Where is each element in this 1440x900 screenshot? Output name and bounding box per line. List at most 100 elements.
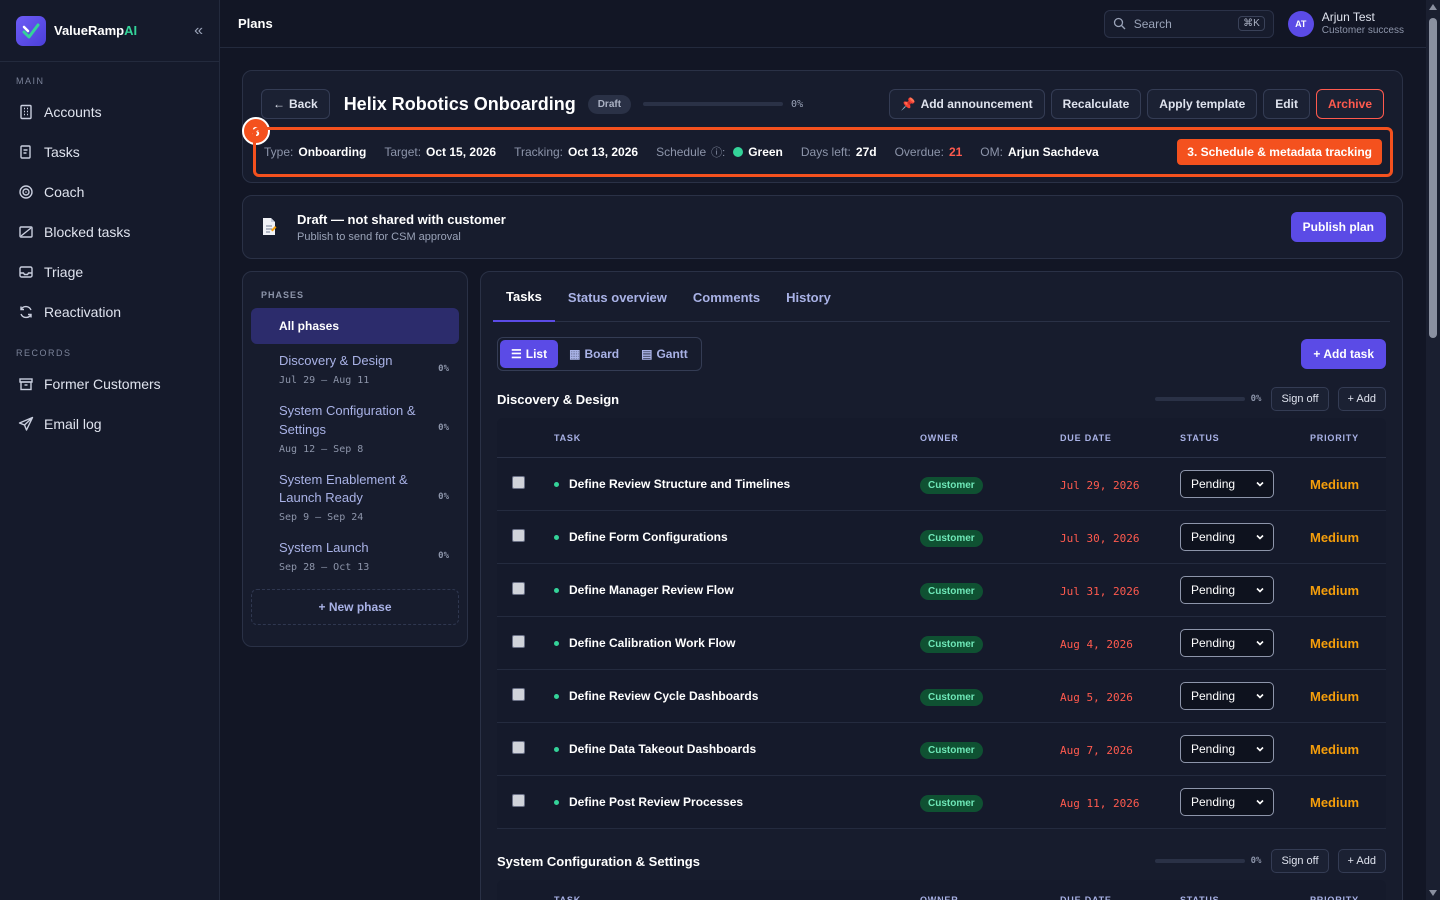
table-row[interactable]: Define Review Structure and Timelines Cus… <box>497 458 1386 511</box>
chevron-down-icon <box>1256 799 1264 805</box>
column-owner: OWNER <box>920 894 959 900</box>
phase-pct: 0% <box>438 491 449 502</box>
phase-item[interactable]: System Launch Sep 28 – Oct 13 0% <box>251 531 459 581</box>
sidebar-item-reactivation[interactable]: Reactivation <box>0 292 219 332</box>
scroll-down-icon[interactable] <box>1429 890 1437 896</box>
phase-name: System Launch <box>279 540 369 556</box>
task-name[interactable]: Define Manager Review Flow <box>569 583 734 597</box>
sign-off-button[interactable]: Sign off <box>1271 387 1329 411</box>
status-select[interactable]: Pending <box>1180 682 1274 710</box>
task-checkbox[interactable] <box>512 635 525 648</box>
status-select[interactable]: Pending <box>1180 735 1274 763</box>
apply-template-button[interactable]: Apply template <box>1147 89 1258 119</box>
view-list[interactable]: ☰ List <box>500 340 559 368</box>
task-name[interactable]: Define Review Structure and Timelines <box>569 477 790 491</box>
publish-plan-button[interactable]: Publish plan <box>1290 212 1386 242</box>
sidebar-item-label: Former Customers <box>44 376 161 392</box>
task-name[interactable]: Define Data Takeout Dashboards <box>569 742 756 756</box>
phase-item[interactable]: Discovery & Design Jul 29 – Aug 11 0% <box>251 344 459 394</box>
task-checkbox[interactable] <box>512 582 525 595</box>
task-status-dot <box>554 746 559 752</box>
task-checkbox[interactable] <box>512 794 525 807</box>
board-icon: ▦ <box>569 347 581 361</box>
pin-icon: 📌 <box>900 97 916 111</box>
table-header: TASK OWNER DUE DATE STATUS PRIORITY <box>497 418 1386 458</box>
status-select[interactable]: Pending <box>1180 788 1274 816</box>
phase-pct: 0% <box>438 423 449 434</box>
status-select[interactable]: Pending <box>1180 629 1274 657</box>
task-status-dot <box>554 693 559 699</box>
collapse-sidebar-icon[interactable]: « <box>194 22 203 40</box>
table-row[interactable]: Define Manager Review Flow Customer Jul 31… <box>497 564 1386 617</box>
task-name[interactable]: Define Form Configurations <box>569 530 728 544</box>
arrow-left-icon: ← <box>273 97 285 111</box>
add-row-button[interactable]: + Add <box>1337 849 1386 873</box>
phase-item[interactable]: System Configuration & Settings Aug 12 – … <box>251 394 459 463</box>
sidebar-item-former-customers[interactable]: Former Customers <box>0 364 219 404</box>
archive-button[interactable]: Archive <box>1315 89 1384 119</box>
sidebar-item-email-log[interactable]: Email log <box>0 404 219 444</box>
sidebar-item-tasks[interactable]: Tasks <box>0 132 219 172</box>
priority-value: Medium <box>1310 530 1360 545</box>
sidebar-item-label: Coach <box>44 184 85 200</box>
search-placeholder: Search <box>1133 16 1172 31</box>
owner-badge: Customer <box>920 688 983 706</box>
task-name[interactable]: Define Calibration Work Flow <box>569 636 735 650</box>
status-select[interactable]: Pending <box>1180 576 1274 604</box>
add-announcement-button[interactable]: 📌 Add announcement <box>888 89 1045 119</box>
plan-progress-pct: 0% <box>791 98 804 110</box>
table-row[interactable]: Define Calibration Work Flow Customer Aug … <box>497 617 1386 670</box>
tab-tasks[interactable]: Tasks <box>493 272 555 322</box>
search-input[interactable]: Search ⌘K <box>1103 9 1274 38</box>
page-title: Plans <box>238 16 273 31</box>
view-gantt[interactable]: ▤ Gantt <box>630 340 699 368</box>
list-icon: ☰ <box>511 347 522 361</box>
sign-off-button[interactable]: Sign off <box>1271 849 1329 873</box>
recalculate-button[interactable]: Recalculate <box>1050 89 1142 119</box>
edit-button[interactable]: Edit <box>1263 89 1310 119</box>
info-icon[interactable]: ⓘ: <box>711 144 725 160</box>
scrollbar-thumb[interactable] <box>1429 18 1437 338</box>
target-label: Target: <box>384 145 422 159</box>
sidebar-item-accounts[interactable]: Accounts <box>0 92 219 132</box>
gantt-icon: ▤ <box>641 347 653 361</box>
chevron-down-icon <box>1256 693 1264 699</box>
task-checkbox[interactable] <box>512 688 525 701</box>
chevron-down-icon <box>1256 746 1264 752</box>
sidebar-item-blocked-tasks[interactable]: Blocked tasks <box>0 212 219 252</box>
task-checkbox[interactable] <box>512 741 525 754</box>
sidebar-item-triage[interactable]: Triage <box>0 252 219 292</box>
table-row[interactable]: Define Data Takeout Dashboards Customer Au… <box>497 723 1386 776</box>
phases-panel: PHASES All phases Discovery & Design Jul … <box>242 271 468 647</box>
phases-label: PHASES <box>261 290 305 300</box>
phase-name: System Enablement & Launch Ready <box>279 471 408 506</box>
tab-history[interactable]: History <box>773 272 844 322</box>
back-button[interactable]: ← Back <box>261 89 330 119</box>
task-checkbox[interactable] <box>512 476 525 489</box>
column-priority: PRIORITY <box>1310 894 1359 900</box>
new-phase-button[interactable]: + New phase <box>251 589 459 626</box>
table-row[interactable]: Define Review Cycle Dashboards Customer Au… <box>497 670 1386 723</box>
phase-item[interactable]: System Enablement & Launch Ready Sep 9 – … <box>251 463 459 532</box>
add-row-button[interactable]: + Add <box>1337 387 1386 411</box>
status-select[interactable]: Pending <box>1180 523 1274 551</box>
user-menu[interactable]: AT Arjun Test Customer success <box>1287 10 1404 37</box>
table-row[interactable]: Define Form Configurations Customer Jul 30… <box>497 511 1386 564</box>
status-select[interactable]: Pending <box>1180 470 1274 498</box>
table-row[interactable]: Define Post Review Processes Customer Aug … <box>497 776 1386 829</box>
task-name[interactable]: Define Review Cycle Dashboards <box>569 689 758 703</box>
sidebar-item-coach[interactable]: Coach <box>0 172 219 212</box>
tab-status-overview[interactable]: Status overview <box>555 272 680 322</box>
sidebar-item-label: Tasks <box>44 144 80 160</box>
avatar: AT <box>1287 10 1314 37</box>
task-name[interactable]: Define Post Review Processes <box>569 795 743 809</box>
task-checkbox[interactable] <box>512 529 525 542</box>
column-status: STATUS <box>1180 894 1220 900</box>
scroll-up-icon[interactable] <box>1429 4 1437 10</box>
add-task-button[interactable]: + Add task <box>1301 339 1386 369</box>
section-label-main: MAIN <box>16 76 45 86</box>
view-board[interactable]: ▦ Board <box>558 340 630 368</box>
page-scrollbar[interactable] <box>1426 0 1440 900</box>
phase-all[interactable]: All phases <box>251 308 459 344</box>
tab-comments[interactable]: Comments <box>680 272 773 322</box>
